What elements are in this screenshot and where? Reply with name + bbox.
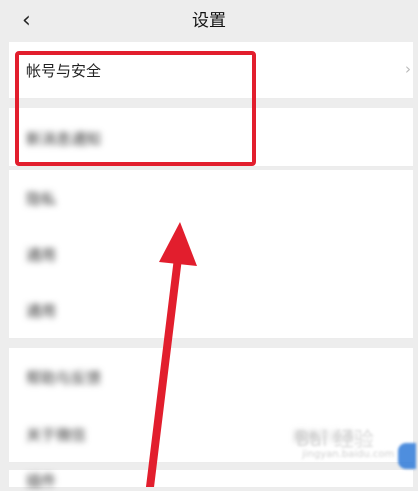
watermark-subtext: jingyan.baidu.com xyxy=(302,449,395,460)
annotation-arrow-icon xyxy=(146,222,197,487)
floating-badge xyxy=(398,443,416,469)
watermark-text: Bai 经验 xyxy=(296,427,374,451)
watermark: Bai 经验 jingyan.baidu.com xyxy=(296,423,416,473)
